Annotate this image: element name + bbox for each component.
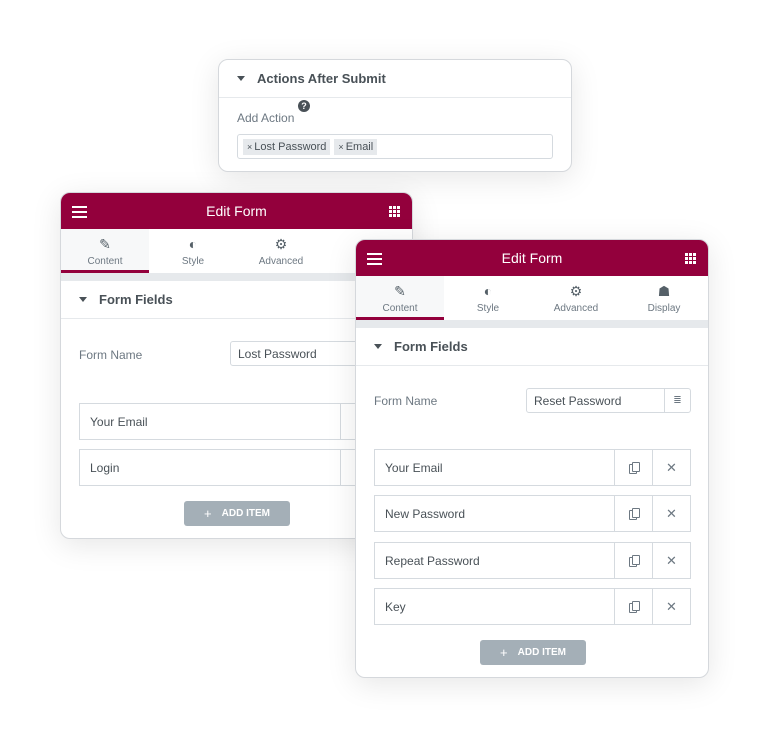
item-label: Login (90, 460, 120, 475)
actions-after-submit-card: Actions After Submit Add Action ? × Lost… (218, 59, 572, 172)
section-title: Form Fields (99, 292, 173, 307)
actions-section-title: Actions After Submit (257, 71, 386, 86)
copy-icon (628, 555, 640, 567)
tab-label: Content (87, 255, 123, 267)
tab-content[interactable]: ✎ Content (61, 229, 149, 273)
item-label: New Password (385, 506, 466, 521)
remove-button[interactable]: ✕ (652, 450, 690, 485)
tab-label: Content (382, 302, 418, 314)
pencil-icon: ✎ (99, 235, 111, 252)
menu-icon[interactable] (367, 253, 382, 268)
add-item-label: ADD ITEM (221, 508, 270, 519)
plus-icon: + (500, 645, 508, 660)
tab-label: Advanced (258, 255, 304, 267)
item-label: Repeat Password (385, 553, 480, 568)
widgets-grid-icon[interactable] (685, 253, 696, 264)
help-icon[interactable]: ? (298, 100, 310, 112)
item-label: Your Email (90, 414, 148, 429)
duplicate-button[interactable] (614, 450, 652, 485)
duplicate-button[interactable] (614, 589, 652, 624)
tab-label: Style (476, 302, 500, 314)
tab-display[interactable]: ☗ Display (620, 276, 708, 320)
remove-button[interactable]: ✕ (652, 543, 690, 578)
caret-down-icon (374, 344, 382, 349)
add-action-select[interactable]: × Lost Password × Email (237, 134, 553, 159)
gear-icon: ⚙ (569, 282, 583, 299)
form-fields-section-header[interactable]: Form Fields (356, 328, 708, 366)
half-circle-icon: ◐ (483, 282, 493, 299)
add-action-label: Add Action (237, 111, 295, 125)
list-item[interactable]: Repeat Password ✕ (374, 542, 691, 579)
form-name-label: Form Name (79, 348, 143, 362)
list-item[interactable]: New Password ✕ (374, 495, 691, 532)
tab-advanced[interactable]: ⚙ Advanced (532, 276, 620, 320)
list-item[interactable]: Key ✕ (374, 588, 691, 625)
remove-button[interactable]: ✕ (652, 589, 690, 624)
panel-header: Edit Form (356, 240, 708, 276)
tag-remove-icon[interactable]: × (338, 142, 343, 152)
add-item-label: ADD ITEM (517, 647, 566, 658)
caret-down-icon (237, 76, 245, 81)
list-item[interactable]: Login (79, 449, 379, 486)
duplicate-button[interactable] (614, 496, 652, 531)
tab-label: Display (647, 302, 681, 314)
pencil-icon: ✎ (394, 282, 406, 299)
tag-label: Lost Password (254, 140, 327, 153)
edit-form-panel-reset-password: Edit Form ✎ Content ◐ Style ⚙ Advanced ☗… (355, 239, 709, 678)
panel-header: Edit Form (61, 193, 412, 229)
tab-style[interactable]: ◐ Style (444, 276, 532, 320)
widgets-grid-icon[interactable] (389, 206, 400, 217)
action-tag: × Email (334, 138, 378, 155)
menu-icon[interactable] (72, 206, 87, 221)
list-item[interactable]: Your Email ✕ (374, 449, 691, 486)
copy-icon (628, 601, 640, 613)
list-item[interactable]: Your Email (79, 403, 379, 440)
tab-label: Style (181, 255, 205, 267)
copy-icon (628, 462, 640, 474)
action-tag: × Lost Password (243, 138, 331, 155)
tag-label: Email (345, 140, 374, 153)
copy-icon (628, 508, 640, 520)
form-name-label: Form Name (374, 394, 438, 408)
duplicate-button[interactable] (614, 543, 652, 578)
item-label: Key (385, 599, 406, 614)
database-icon[interactable]: ≣ (664, 389, 690, 412)
item-label: Your Email (385, 460, 443, 475)
plus-icon: + (204, 506, 212, 521)
tab-advanced[interactable]: ⚙ Advanced (237, 229, 325, 273)
form-name-input[interactable]: Reset Password ≣ (526, 388, 691, 413)
actions-section-header[interactable]: Actions After Submit (219, 60, 571, 98)
tab-style[interactable]: ◐ Style (149, 229, 237, 273)
panel-title: Edit Form (501, 250, 563, 266)
add-item-button[interactable]: + ADD ITEM (480, 640, 586, 665)
half-circle-icon: ◐ (188, 235, 198, 252)
remove-button[interactable]: ✕ (652, 496, 690, 531)
gear-icon: ⚙ (274, 235, 288, 252)
form-name-value: Reset Password (534, 393, 622, 408)
tag-remove-icon[interactable]: × (247, 142, 252, 152)
section-title: Form Fields (394, 339, 468, 354)
tab-label: Advanced (553, 302, 599, 314)
caret-down-icon (79, 297, 87, 302)
add-item-button[interactable]: + ADD ITEM (184, 501, 290, 526)
ghost-icon: ☗ (657, 282, 671, 299)
tab-content[interactable]: ✎ Content (356, 276, 444, 320)
panel-tabs: ✎ Content ◐ Style ⚙ Advanced ☗ Display (356, 276, 708, 328)
panel-title: Edit Form (206, 203, 267, 219)
